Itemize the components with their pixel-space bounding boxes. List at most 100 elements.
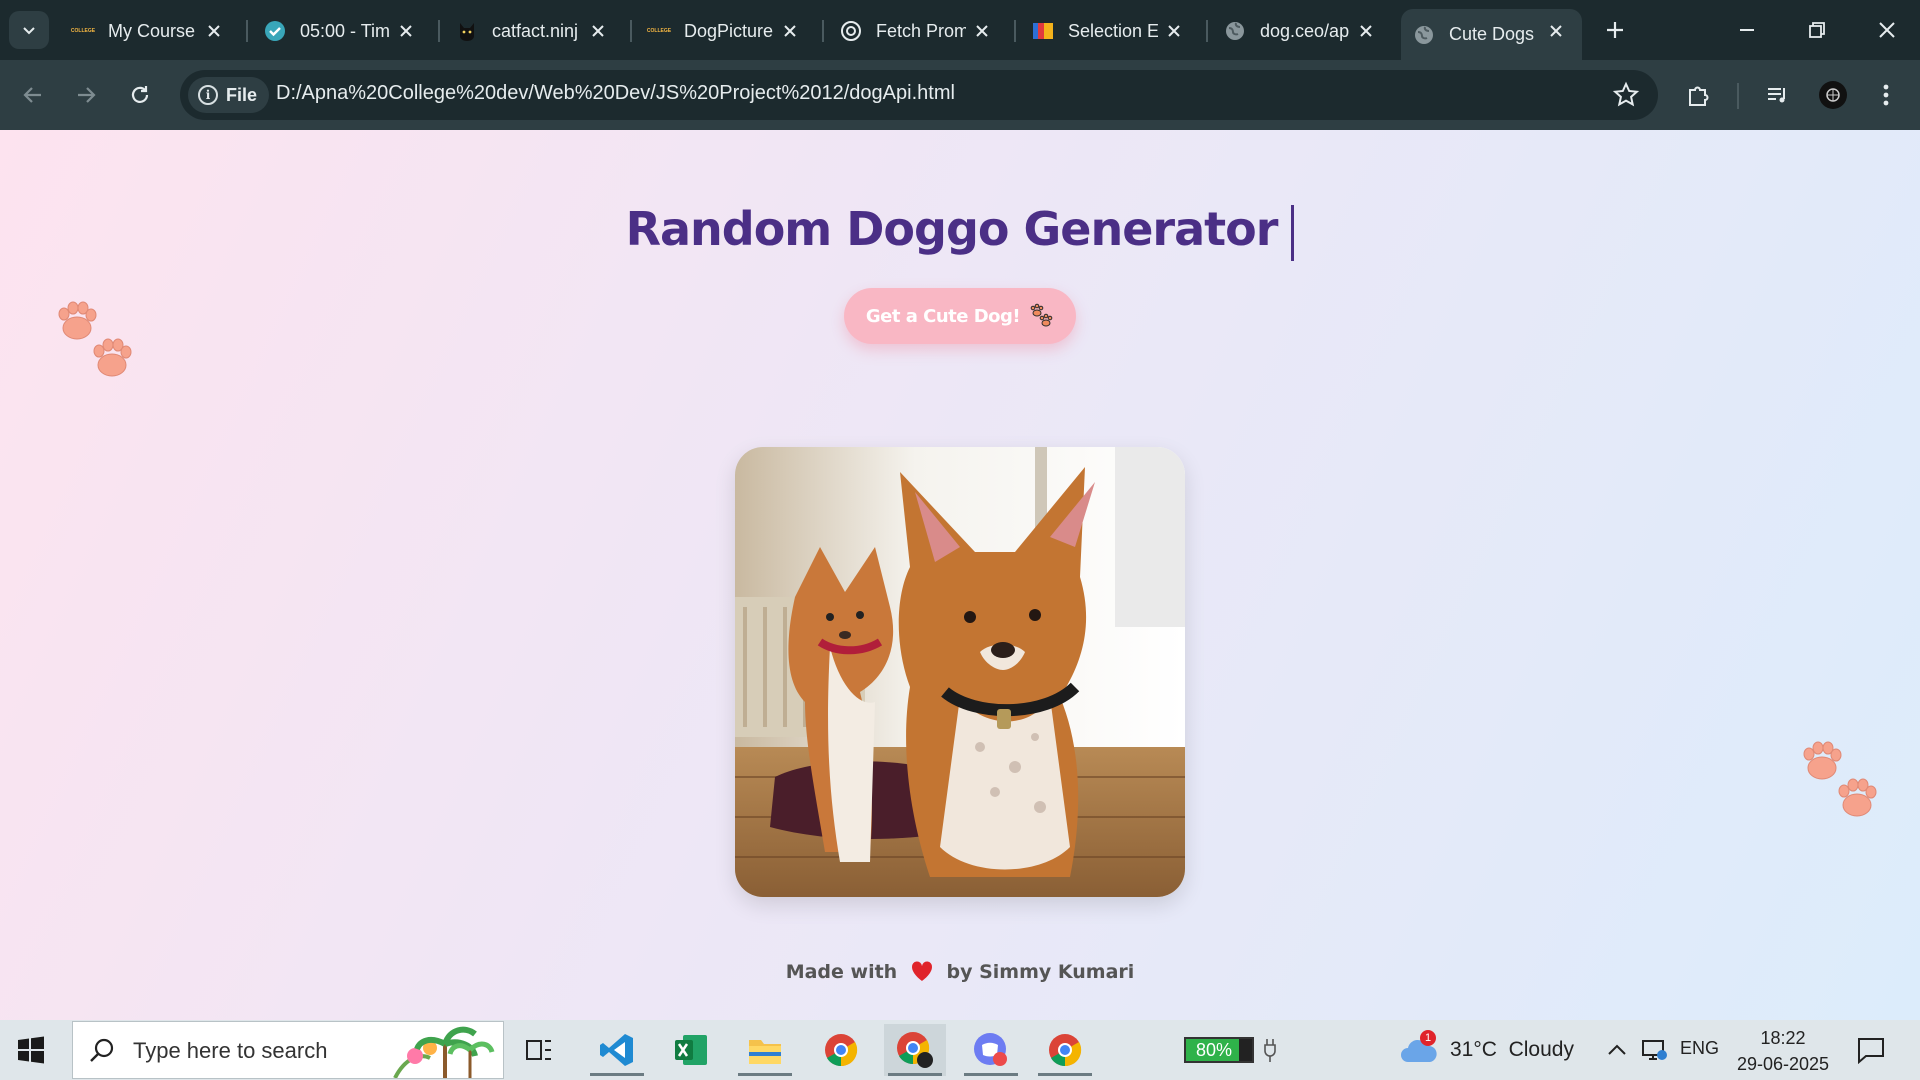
tab-title: 05:00 - Tim: [300, 20, 390, 41]
text-cursor: [1291, 204, 1295, 261]
minimize-button[interactable]: [1722, 10, 1772, 50]
get-cute-dog-label: Get a Cute Dog!: [865, 305, 1021, 327]
close-icon[interactable]: [202, 19, 226, 43]
tab-timer[interactable]: 05:00 - Tim: [252, 9, 432, 53]
close-icon[interactable]: [970, 19, 994, 43]
browser-menu-button[interactable]: [1868, 77, 1904, 113]
excel-icon: [675, 1035, 707, 1065]
tab-title: Cute Dogs: [1449, 24, 1535, 44]
back-button[interactable]: [15, 77, 51, 113]
chevron-up-icon[interactable]: [1606, 1040, 1628, 1060]
folder-icon: [749, 1040, 781, 1064]
tab-strip: COLLEGE My Course 05:00 - Tim catfact.ni…: [0, 0, 1920, 60]
close-icon[interactable]: [778, 19, 802, 43]
puzzle-icon: [1689, 86, 1709, 106]
close-icon[interactable]: [1354, 19, 1378, 43]
browser-toolbar: i File D:/Apna%20College%20dev/Web%20Dev…: [0, 60, 1920, 130]
close-icon[interactable]: [1544, 19, 1568, 43]
minimize-icon: [1740, 29, 1754, 31]
page-viewport: Random Doggo Generator Get a Cute Dog! M…: [0, 130, 1920, 1020]
tab-my-course[interactable]: COLLEGE My Course: [60, 9, 240, 53]
get-cute-dog-button[interactable]: Get a Cute Dog!: [844, 288, 1076, 344]
weather-widget[interactable]: 1 31°C Cloudy: [1400, 1028, 1580, 1072]
media-queue-icon: [1768, 88, 1785, 103]
address-bar[interactable]: i File D:/Apna%20College%20dev/Web%20Dev…: [180, 70, 1658, 120]
bookmark-star-icon[interactable]: [1612, 81, 1640, 109]
restore-icon: [1809, 22, 1825, 38]
taskbar-excel[interactable]: [660, 1024, 722, 1076]
tab-dog-ceo[interactable]: dog.ceo/ap: [1212, 9, 1392, 53]
globe-icon: [1413, 24, 1435, 46]
check-circle-icon: [264, 20, 286, 42]
tab-title: catfact.ninj: [492, 20, 579, 41]
close-icon[interactable]: [394, 19, 418, 43]
page-title-text: Random Doggo Generator: [625, 202, 1279, 256]
tab-catfact[interactable]: catfact.ninj: [444, 9, 624, 53]
media-control-button[interactable]: [1760, 77, 1796, 113]
footer-text-after: by Simmy Kumari: [946, 961, 1135, 983]
taskbar-vscode[interactable]: [586, 1024, 648, 1076]
vscode-icon: [600, 1034, 633, 1066]
close-icon[interactable]: [586, 19, 610, 43]
taskbar-discord[interactable]: [960, 1024, 1022, 1076]
site-info-chip[interactable]: i File: [188, 77, 270, 113]
network-icon[interactable]: [1640, 1037, 1668, 1063]
chrome-profile-icon: [897, 1032, 933, 1068]
plus-icon: [1607, 22, 1623, 38]
close-window-button[interactable]: [1862, 10, 1912, 50]
discord-icon: [974, 1033, 1007, 1066]
task-view-icon: [526, 1040, 551, 1060]
page-title: Random Doggo Generator: [0, 202, 1920, 261]
tab-selection[interactable]: Selection E: [1020, 9, 1200, 53]
tab-separator: [1206, 20, 1208, 42]
taskbar-file-explorer[interactable]: [734, 1024, 796, 1076]
info-icon: i: [198, 85, 218, 105]
forward-button[interactable]: [68, 77, 104, 113]
tab-title: Fetch Prom: [876, 20, 966, 41]
profile-avatar-button[interactable]: [1815, 77, 1851, 113]
paw-prints-decoration: [58, 301, 132, 377]
taskbar-search-box[interactable]: Type here to search: [72, 1021, 504, 1079]
reload-button[interactable]: [122, 77, 158, 113]
taskbar-chrome-active[interactable]: [884, 1024, 946, 1076]
chevron-down-icon: [23, 27, 35, 35]
extensions-button[interactable]: [1681, 77, 1717, 113]
site-info-label: File: [226, 84, 258, 105]
tab-separator: [822, 20, 824, 42]
restore-button[interactable]: [1792, 10, 1842, 50]
close-icon: [1879, 22, 1895, 38]
search-placeholder: Type here to search: [133, 1038, 328, 1063]
weather-alert-badge: 1: [1420, 1030, 1436, 1046]
weather-text: 31°C Cloudy: [1450, 1038, 1574, 1061]
power-plug-icon: [1264, 1039, 1276, 1062]
windows-start-icon[interactable]: [16, 1035, 46, 1065]
battery-indicator[interactable]: 80%: [1184, 1037, 1254, 1063]
system-clock[interactable]: 18:22 29-06-2025: [1718, 1025, 1848, 1077]
arrow-left-icon: [23, 87, 41, 103]
reload-icon: [131, 86, 149, 103]
zb-icon: [1032, 20, 1054, 42]
tab-dogpicture[interactable]: COLLEGE DogPicture: [636, 9, 816, 53]
tab-search-button[interactable]: [9, 11, 49, 49]
close-icon[interactable]: [1162, 19, 1186, 43]
clock-date: 29-06-2025: [1736, 1054, 1830, 1074]
college-favicon-icon: COLLEGE: [646, 28, 672, 34]
new-tab-button[interactable]: [1597, 12, 1633, 48]
task-view-button[interactable]: [508, 1024, 570, 1076]
notification-icon[interactable]: [1856, 1036, 1886, 1064]
heart-icon: [911, 961, 932, 981]
arrow-right-icon: [78, 87, 96, 103]
input-language[interactable]: ENG: [1680, 1038, 1719, 1059]
tab-cute-dogs[interactable]: Cute Dogs: [1401, 9, 1582, 60]
paw-icon: [1030, 303, 1053, 327]
chrome-icon: [825, 1034, 858, 1067]
tab-title: DogPicture: [684, 20, 774, 41]
search-icon: [90, 1038, 114, 1062]
taskbar-chrome-second[interactable]: [1034, 1024, 1096, 1076]
footer-text-before: Made with: [785, 961, 898, 983]
chrome-icon: [1049, 1034, 1082, 1067]
tab-fetch-prom[interactable]: Fetch Prom: [828, 9, 1008, 53]
taskbar-chrome[interactable]: [810, 1024, 872, 1076]
battery-percent: 80%: [1195, 1040, 1233, 1060]
url-text[interactable]: D:/Apna%20College%20dev/Web%20Dev/JS%20P…: [276, 82, 955, 105]
